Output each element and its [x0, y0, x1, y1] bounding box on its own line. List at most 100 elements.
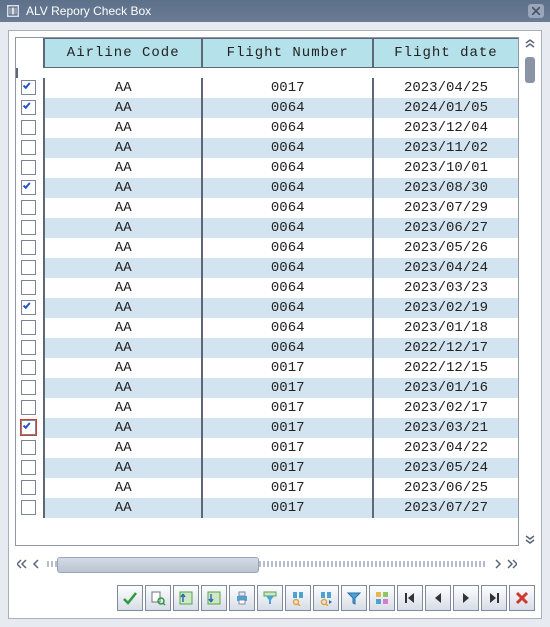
- scroll-last-icon[interactable]: [505, 557, 519, 571]
- row-checkbox[interactable]: [21, 400, 36, 415]
- row-checkbox[interactable]: [21, 360, 36, 375]
- row-checkbox-cell[interactable]: [17, 458, 44, 478]
- horizontal-scrollbar[interactable]: [15, 554, 519, 574]
- row-checkbox-cell[interactable]: [17, 98, 44, 118]
- row-checkbox-cell[interactable]: [17, 378, 44, 398]
- table-row[interactable]: AA00172023/03/21: [17, 418, 518, 438]
- scrollbar-track[interactable]: [47, 561, 487, 567]
- row-checkbox-cell[interactable]: [17, 78, 44, 98]
- row-checkbox[interactable]: [21, 100, 36, 115]
- row-checkbox[interactable]: [21, 320, 36, 335]
- table-row[interactable]: AA00642023/12/04: [17, 118, 518, 138]
- table-row[interactable]: AA00642024/01/05: [17, 98, 518, 118]
- row-checkbox-cell[interactable]: [17, 398, 44, 418]
- scrollbar-thumb[interactable]: [57, 557, 259, 573]
- find-icon[interactable]: [285, 585, 311, 611]
- row-checkbox[interactable]: [21, 280, 36, 295]
- table-row[interactable]: AA00642023/07/29: [17, 198, 518, 218]
- column-airline[interactable]: Airline Code: [44, 39, 202, 68]
- table-row[interactable]: AA00642023/01/18: [17, 318, 518, 338]
- row-checkbox-cell[interactable]: [17, 338, 44, 358]
- filter-set-icon[interactable]: [257, 585, 283, 611]
- row-checkbox[interactable]: [21, 480, 36, 495]
- details-icon[interactable]: [145, 585, 171, 611]
- row-checkbox-cell[interactable]: [17, 418, 44, 438]
- vertical-scrollbar[interactable]: [523, 37, 537, 546]
- table-row[interactable]: AA00642023/02/19: [17, 298, 518, 318]
- row-checkbox[interactable]: [21, 380, 36, 395]
- first-page-icon[interactable]: [397, 585, 423, 611]
- row-checkbox[interactable]: [21, 500, 36, 515]
- row-checkbox-cell[interactable]: [17, 138, 44, 158]
- table-row[interactable]: AA00642023/10/01: [17, 158, 518, 178]
- scroll-up-icon[interactable]: [523, 37, 537, 51]
- row-checkbox-cell[interactable]: [17, 118, 44, 138]
- row-checkbox-cell[interactable]: [17, 258, 44, 278]
- close-button[interactable]: [528, 4, 544, 18]
- table-row[interactable]: AA00642023/11/02: [17, 138, 518, 158]
- table-row[interactable]: AA00172023/07/27: [17, 498, 518, 518]
- row-checkbox[interactable]: [21, 80, 36, 95]
- row-airline: AA: [44, 438, 202, 458]
- row-checkbox[interactable]: [21, 220, 36, 235]
- scrollbar-thumb[interactable]: [525, 57, 535, 83]
- row-checkbox-cell[interactable]: [17, 298, 44, 318]
- row-checkbox[interactable]: [21, 420, 36, 435]
- table-row[interactable]: AA00642023/05/26: [17, 238, 518, 258]
- table-row[interactable]: AA00642023/04/24: [17, 258, 518, 278]
- row-checkbox-cell[interactable]: [17, 498, 44, 518]
- row-checkbox-cell[interactable]: [17, 438, 44, 458]
- row-checkbox-cell[interactable]: [17, 238, 44, 258]
- row-checkbox[interactable]: [21, 300, 36, 315]
- scroll-right-icon[interactable]: [491, 557, 505, 571]
- row-checkbox-cell[interactable]: [17, 358, 44, 378]
- row-checkbox-cell[interactable]: [17, 218, 44, 238]
- sort-asc-icon[interactable]: [173, 585, 199, 611]
- prev-page-icon[interactable]: [425, 585, 451, 611]
- table-row[interactable]: AA00172023/06/25: [17, 478, 518, 498]
- row-checkbox-cell[interactable]: [17, 318, 44, 338]
- row-checkbox[interactable]: [21, 440, 36, 455]
- table-row[interactable]: AA00642022/12/17: [17, 338, 518, 358]
- row-checkbox[interactable]: [21, 140, 36, 155]
- row-checkbox-cell[interactable]: [17, 158, 44, 178]
- row-checkbox-cell[interactable]: [17, 278, 44, 298]
- column-flight[interactable]: Flight Number: [202, 39, 373, 68]
- row-checkbox-cell[interactable]: [17, 178, 44, 198]
- print-icon[interactable]: [229, 585, 255, 611]
- table-row[interactable]: AA00172023/01/16: [17, 378, 518, 398]
- sort-desc-icon[interactable]: [201, 585, 227, 611]
- row-flight: 0064: [202, 158, 373, 178]
- row-checkbox[interactable]: [21, 180, 36, 195]
- row-checkbox[interactable]: [21, 260, 36, 275]
- row-checkbox[interactable]: [21, 200, 36, 215]
- scroll-down-icon[interactable]: [523, 532, 537, 546]
- row-checkbox[interactable]: [21, 340, 36, 355]
- column-date[interactable]: Flight date: [373, 39, 518, 68]
- cancel-icon[interactable]: [509, 585, 535, 611]
- last-page-icon[interactable]: [481, 585, 507, 611]
- row-checkbox[interactable]: [21, 460, 36, 475]
- table-row[interactable]: AA00172022/12/15: [17, 358, 518, 378]
- filter-icon[interactable]: [341, 585, 367, 611]
- table-row[interactable]: AA00172023/05/24: [17, 458, 518, 478]
- find-next-icon[interactable]: [313, 585, 339, 611]
- row-airline: AA: [44, 218, 202, 238]
- row-checkbox[interactable]: [21, 240, 36, 255]
- row-checkbox[interactable]: [21, 160, 36, 175]
- table-row[interactable]: AA00642023/03/23: [17, 278, 518, 298]
- accept-icon[interactable]: [117, 585, 143, 611]
- row-checkbox-cell[interactable]: [17, 198, 44, 218]
- row-checkbox[interactable]: [21, 120, 36, 135]
- table-row[interactable]: AA00642023/08/30: [17, 178, 518, 198]
- table-row[interactable]: AA00172023/04/22: [17, 438, 518, 458]
- scroll-left-icon[interactable]: [29, 557, 43, 571]
- row-checkbox-cell[interactable]: [17, 478, 44, 498]
- table-row[interactable]: AA00642023/06/27: [17, 218, 518, 238]
- scrollbar-track[interactable]: [527, 86, 533, 529]
- scroll-first-icon[interactable]: [15, 557, 29, 571]
- layout-icon[interactable]: [369, 585, 395, 611]
- next-page-icon[interactable]: [453, 585, 479, 611]
- table-row[interactable]: AA00172023/02/17: [17, 398, 518, 418]
- table-row[interactable]: AA00172023/04/25: [17, 78, 518, 98]
